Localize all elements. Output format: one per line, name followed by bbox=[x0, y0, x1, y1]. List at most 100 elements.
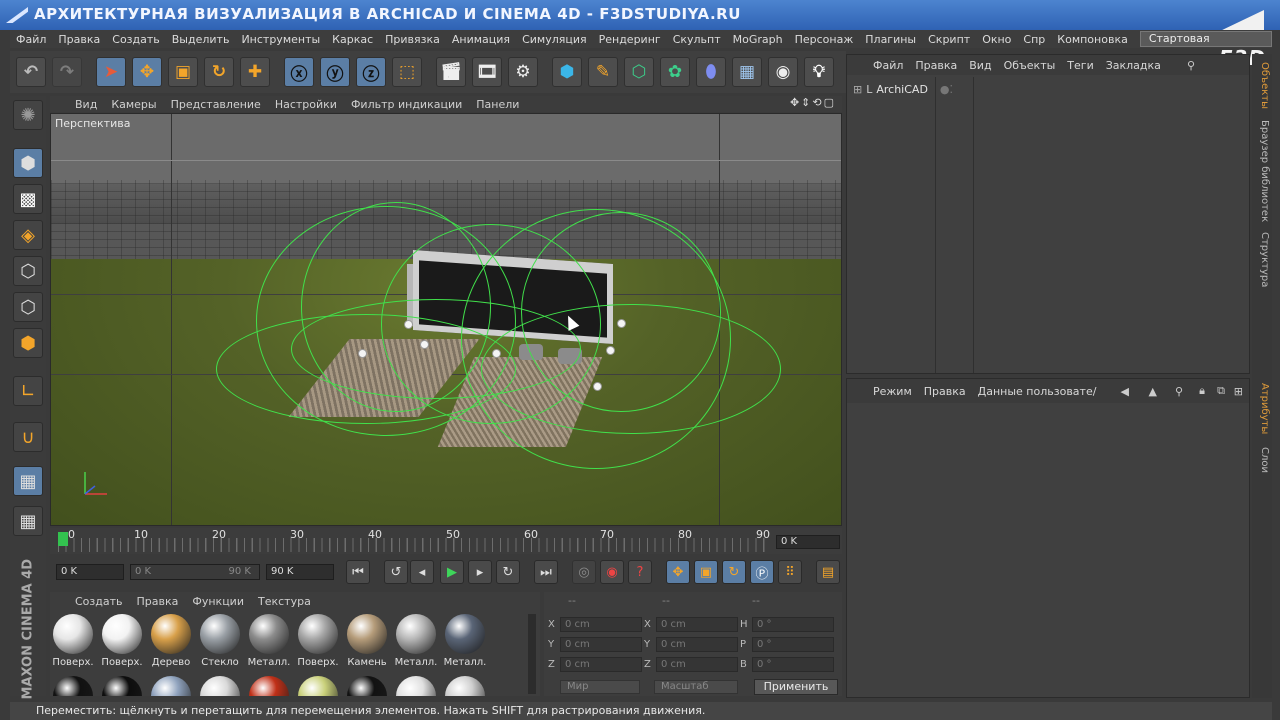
tab-structure[interactable]: Структура bbox=[1254, 230, 1270, 290]
key-rotation-button[interactable]: ↻ bbox=[722, 560, 746, 584]
coord-value-field[interactable]: 0 ° bbox=[752, 636, 834, 652]
object-menu-bookmarks[interactable]: Закладка bbox=[1100, 59, 1167, 72]
play-button[interactable]: ▶ bbox=[440, 560, 464, 584]
menu-simulate[interactable]: Симуляция bbox=[516, 33, 593, 46]
polygons-mode-button[interactable]: ⬢ bbox=[13, 328, 43, 358]
layout-select[interactable]: Стартовая bbox=[1139, 31, 1272, 47]
key-pla-button[interactable]: ⠿ bbox=[778, 560, 802, 584]
menu-file[interactable]: Файл bbox=[10, 33, 52, 46]
material-thumbnail[interactable] bbox=[246, 676, 292, 696]
material-menu-edit[interactable]: Правка bbox=[130, 595, 186, 608]
menu-script[interactable]: Скрипт bbox=[922, 33, 976, 46]
record-keys-button[interactable]: ◎ bbox=[572, 560, 596, 584]
material-thumbnail[interactable]: Стекло bbox=[197, 614, 243, 672]
perspective-viewport[interactable]: Перспектива bbox=[50, 113, 842, 526]
timeline-window-button[interactable]: ▤ bbox=[816, 560, 840, 584]
menu-character[interactable]: Персонаж bbox=[789, 33, 860, 46]
light-object[interactable] bbox=[420, 340, 429, 349]
coord-value-field[interactable]: 0 cm bbox=[656, 636, 738, 652]
workplane-lock-button[interactable]: ▦ bbox=[13, 466, 43, 496]
coord-value-field[interactable]: 0 cm bbox=[656, 656, 738, 672]
axis-mode-button[interactable]: ∟ bbox=[13, 376, 43, 406]
material-thumbnail[interactable]: Металл. bbox=[393, 614, 439, 672]
attribute-menu-mode[interactable]: Режим bbox=[867, 385, 918, 398]
material-thumbnail[interactable] bbox=[393, 676, 439, 696]
object-menu-objects[interactable]: Объекты bbox=[998, 59, 1062, 72]
playhead[interactable] bbox=[58, 532, 68, 546]
visibility-dots-icon[interactable]: ●⁚ bbox=[940, 83, 953, 96]
spline-button[interactable]: ✎ bbox=[588, 57, 618, 87]
next-frame-button[interactable]: ▸ bbox=[468, 560, 492, 584]
viewport-menu-panel[interactable]: Панели bbox=[469, 98, 526, 111]
up-arrow-icon[interactable]: ▲ bbox=[1149, 385, 1157, 398]
coord-value-field[interactable]: 0 ° bbox=[752, 656, 834, 672]
menu-render[interactable]: Рендеринг bbox=[593, 33, 667, 46]
redo-button[interactable]: ↷ bbox=[52, 57, 82, 87]
y-axis-button[interactable]: ⓨ bbox=[320, 57, 350, 87]
menu-tools[interactable]: Инструменты bbox=[235, 33, 326, 46]
expand-panel-icon[interactable]: ⊞ bbox=[1234, 385, 1243, 398]
undo-button[interactable]: ↶ bbox=[16, 57, 46, 87]
live-selection-button[interactable]: ➤ bbox=[96, 57, 126, 87]
range-slider[interactable]: 0 K 90 K bbox=[130, 564, 260, 580]
material-thumbnail[interactable] bbox=[197, 676, 243, 696]
menu-snap[interactable]: Привязка bbox=[379, 33, 446, 46]
material-thumbnail[interactable]: Металл. bbox=[246, 614, 292, 672]
viewport-menu-display[interactable]: Представление bbox=[164, 98, 268, 111]
light-object[interactable] bbox=[404, 320, 413, 329]
search-icon[interactable]: ⚲ bbox=[1175, 385, 1183, 398]
material-thumbnail[interactable]: Камень bbox=[344, 614, 390, 672]
floor-button[interactable]: ▦ bbox=[732, 57, 762, 87]
array-button[interactable]: ✿ bbox=[660, 57, 690, 87]
attribute-menu-userdata[interactable]: Данные пользовате/ bbox=[972, 385, 1103, 398]
end-frame-field[interactable]: 90 K bbox=[266, 564, 334, 580]
light-button[interactable]: 💡︎ bbox=[804, 57, 834, 87]
key-scale-button[interactable]: ▣ bbox=[694, 560, 718, 584]
light-object[interactable] bbox=[492, 349, 501, 358]
viewport-menu-cameras[interactable]: Камеры bbox=[104, 98, 163, 111]
render-picture-viewer-button[interactable]: 🎞︎ bbox=[472, 57, 502, 87]
light-object[interactable] bbox=[606, 346, 615, 355]
coord-value-field[interactable]: 0 ° bbox=[752, 616, 834, 632]
planar-workplane-button[interactable]: ▦ bbox=[13, 506, 43, 536]
search-icon[interactable]: ⚲ bbox=[1187, 59, 1195, 72]
render-settings-button[interactable]: ⚙ bbox=[508, 57, 538, 87]
goto-end-button[interactable]: ⏭ bbox=[534, 560, 558, 584]
camera-button[interactable]: ◉ bbox=[768, 57, 798, 87]
material-menu-texture[interactable]: Текстура bbox=[251, 595, 318, 608]
menu-select[interactable]: Выделить bbox=[166, 33, 236, 46]
tab-content-browser[interactable]: Браузер библиотек bbox=[1254, 118, 1270, 224]
light-object[interactable] bbox=[593, 382, 602, 391]
make-editable-button[interactable]: ✺ bbox=[13, 100, 43, 130]
key-position-button[interactable]: ✥ bbox=[666, 560, 690, 584]
object-menu-view[interactable]: Вид bbox=[963, 59, 997, 72]
material-thumbnail[interactable] bbox=[99, 676, 145, 696]
tab-objects[interactable]: Объекты bbox=[1254, 60, 1270, 112]
material-menu-function[interactable]: Функции bbox=[185, 595, 251, 608]
x-axis-button[interactable]: ⓧ bbox=[284, 57, 314, 87]
start-frame-field[interactable]: 0 K bbox=[56, 564, 124, 580]
goto-start-button[interactable]: ⏮ bbox=[346, 560, 370, 584]
next-key-button[interactable]: ↻ bbox=[496, 560, 520, 584]
material-thumbnail[interactable]: Поверх. bbox=[99, 614, 145, 672]
material-thumbnail[interactable]: Поверх. bbox=[295, 614, 341, 672]
viewport-menu-options[interactable]: Настройки bbox=[268, 98, 344, 111]
coord-value-field[interactable]: 0 cm bbox=[560, 656, 642, 672]
texture-mode-button[interactable]: ▩ bbox=[13, 184, 43, 214]
rotate-tool-button[interactable]: ↻ bbox=[204, 57, 234, 87]
key-parameter-button[interactable]: Ⓟ bbox=[750, 560, 774, 584]
edges-mode-button[interactable]: ⬡ bbox=[13, 292, 43, 322]
light-object[interactable] bbox=[358, 349, 367, 358]
object-name[interactable]: ArchiCAD bbox=[876, 83, 928, 96]
attribute-menu-edit[interactable]: Правка bbox=[918, 385, 972, 398]
material-thumbnail[interactable] bbox=[442, 676, 488, 696]
material-thumbnail[interactable] bbox=[148, 676, 194, 696]
viewport-nav-icons[interactable]: ✥⇕⟲▢ bbox=[790, 96, 836, 109]
render-view-button[interactable]: 🎬︎ bbox=[436, 57, 466, 87]
menu-mesh[interactable]: Каркас bbox=[326, 33, 379, 46]
menu-layout[interactable]: Компоновка bbox=[1051, 33, 1134, 46]
menu-plugins[interactable]: Плагины bbox=[859, 33, 922, 46]
scale-tool-button[interactable]: ▣ bbox=[168, 57, 198, 87]
coord-space-select[interactable]: Мир bbox=[560, 680, 640, 694]
back-arrow-icon[interactable]: ◀ bbox=[1121, 385, 1129, 398]
